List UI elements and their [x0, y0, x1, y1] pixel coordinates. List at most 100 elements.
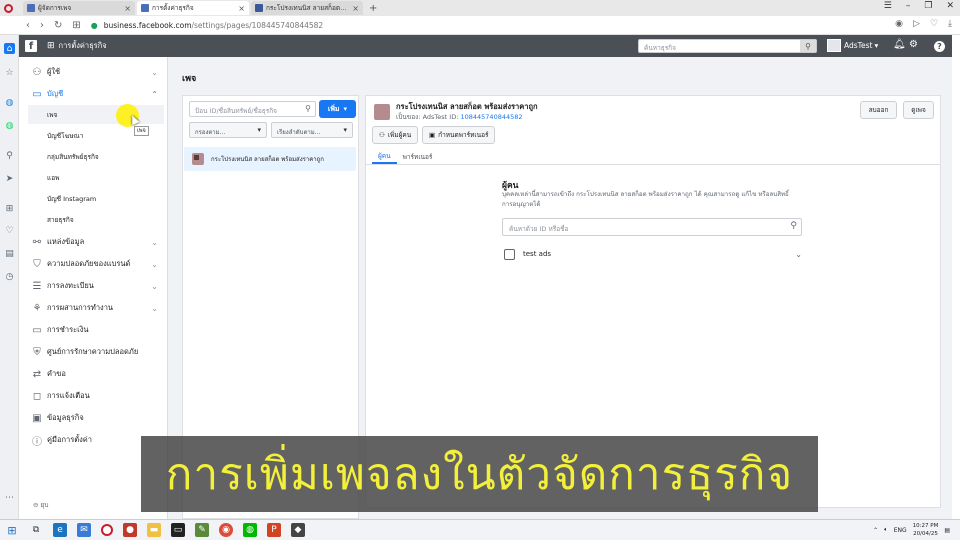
- app-icon[interactable]: ◆: [291, 523, 305, 537]
- tab-people[interactable]: ผู้คน: [372, 150, 397, 164]
- filter-dropdown[interactable]: กรองตาม... ▾: [189, 122, 267, 138]
- tab-menu-icon[interactable]: ☰: [884, 1, 892, 11]
- people-row[interactable]: test ads ⌄: [502, 246, 802, 262]
- collapse-button[interactable]: ⊖ ยุบ: [33, 500, 48, 510]
- close-tab-icon[interactable]: ×: [352, 4, 359, 13]
- windows-start-icon[interactable]: ⊞: [5, 523, 19, 537]
- sidebar-item-business-info[interactable]: ▣ ข้อมูลธุรกิจ: [19, 408, 168, 428]
- sidebar-subitem-instagram[interactable]: บัญชี Instagram: [19, 189, 165, 208]
- sidebar-item-requests[interactable]: ⇄ คำขอ: [19, 364, 168, 384]
- send-icon[interactable]: ➤: [4, 173, 15, 184]
- file-explorer-icon[interactable]: ▬: [147, 523, 161, 537]
- add-people-button[interactable]: ⚇ เพิ่มผู้คน: [372, 126, 419, 144]
- extensions-icon[interactable]: ⊞: [4, 203, 15, 214]
- forward-icon[interactable]: ›: [40, 20, 44, 31]
- add-person-icon: ⚇: [379, 131, 385, 139]
- search-icon[interactable]: ⚲: [800, 40, 816, 52]
- close-tab-icon[interactable]: ×: [238, 4, 245, 13]
- close-tab-icon[interactable]: ×: [124, 4, 131, 13]
- page-thumbnail: [374, 104, 390, 120]
- sidebar-item-registrations[interactable]: ☰ การลงทะเบียน ⌄: [19, 276, 168, 296]
- chevron-down-icon[interactable]: ⌄: [795, 250, 802, 259]
- asset-search-input[interactable]: ป้อน ID/ชื่อสินทรัพย์/ชื่อธุรกิจ ⚲: [189, 101, 316, 117]
- sort-dropdown[interactable]: เรียงลำดับตาม... ▾: [271, 122, 353, 138]
- people-description: บุคคลเหล่านี้สามารถเข้าถึง กระโปรงเทนนิส…: [502, 191, 789, 208]
- volume-icon[interactable]: 🔈︎: [884, 526, 888, 534]
- tray-chevron-up-icon[interactable]: ⌃: [873, 527, 878, 534]
- speed-dial-icon[interactable]: ☆: [4, 67, 15, 78]
- search-icon[interactable]: ⚲: [4, 150, 15, 161]
- add-button[interactable]: เพิ่ม ▾: [319, 100, 356, 118]
- app-icon[interactable]: ●: [123, 523, 137, 537]
- sidebar-item-data-sources[interactable]: ⚯ แหล่งข้อมูล ⌄: [19, 232, 168, 252]
- people-search-input[interactable]: ค้นหาด้วย ID หรือชื่อ ⚲: [502, 218, 802, 236]
- settings-gear-icon[interactable]: ⚙: [909, 39, 918, 50]
- home-icon[interactable]: ⌂: [4, 43, 15, 54]
- fb-header: f ⊞ การตั้งค่าธุรกิจ ค้นหาธุรกิจ ⚲ AdsTe…: [19, 35, 952, 57]
- language-indicator[interactable]: ENG: [894, 527, 907, 534]
- sidebar-item-security-center[interactable]: ⛨ ศูนย์การรักษาความปลอดภัย: [19, 342, 168, 362]
- notification-center-icon[interactable]: ▤: [944, 527, 950, 534]
- back-icon[interactable]: ‹: [26, 20, 30, 31]
- folder-icon: ▭: [32, 88, 42, 100]
- requests-icon: ⇄: [32, 368, 42, 380]
- opera-icon[interactable]: [101, 524, 113, 536]
- download-icon[interactable]: ⤓: [948, 19, 952, 29]
- sidebar-subitem-pages[interactable]: เพจ: [28, 105, 164, 124]
- task-view-icon[interactable]: ⧉: [29, 523, 43, 537]
- clock[interactable]: 10:27 PM 20/04/25: [913, 522, 939, 538]
- browser-tab-2[interactable]: การตั้งค่าธุรกิจ ×: [137, 1, 249, 15]
- mail-icon[interactable]: ✉: [77, 523, 91, 537]
- share-icon[interactable]: ▷: [913, 19, 920, 29]
- list-item[interactable]: กระโปรงเทนนิส ลายสก็อต พร้อมส่งราคาถูก: [184, 147, 356, 171]
- messenger-icon[interactable]: ◍: [4, 97, 15, 108]
- url-field[interactable]: business.facebook.com/settings/pages/108…: [104, 21, 323, 30]
- business-search-input[interactable]: ค้นหาธุรกิจ ⚲: [638, 39, 817, 53]
- assign-partner-button[interactable]: ▣ กำหนดพาร์ทเนอร์: [422, 126, 496, 144]
- close-window-icon[interactable]: ✕: [946, 1, 954, 11]
- minimize-icon[interactable]: –: [906, 1, 911, 11]
- reload-icon[interactable]: ↻: [54, 20, 62, 31]
- help-icon[interactable]: ?: [934, 41, 945, 52]
- person-avatar: [504, 248, 515, 260]
- more-icon[interactable]: ⋯: [4, 492, 15, 503]
- whatsapp-icon[interactable]: ◍: [4, 120, 15, 131]
- sidebar-item-payments[interactable]: ▭ การชำระเงิน: [19, 320, 168, 340]
- line-icon[interactable]: ◍: [243, 523, 257, 537]
- history-icon[interactable]: ◷: [4, 271, 15, 282]
- tab-partners[interactable]: พาร์ทเนอร์: [397, 150, 439, 164]
- sidebar-item-accounts[interactable]: ▭ บัญชี ⌃: [19, 84, 168, 104]
- sidebar-item-integrations[interactable]: ⚘ การผสานการทำงาน ⌄: [19, 298, 168, 318]
- app-icon[interactable]: ✎: [195, 523, 209, 537]
- sidebar-subitem-apps[interactable]: แอพ: [19, 168, 165, 187]
- powerpoint-icon[interactable]: P: [267, 523, 281, 537]
- news-icon[interactable]: ▤: [4, 248, 15, 259]
- view-page-button[interactable]: ดูเพจ: [903, 101, 934, 119]
- browser-tab-1[interactable]: ผู้จัดการเพจ ×: [23, 1, 135, 15]
- heart-icon[interactable]: ♡: [4, 225, 15, 236]
- edge-icon[interactable]: e: [53, 523, 67, 537]
- grid-menu-icon[interactable]: ⊞: [47, 41, 55, 51]
- page-id[interactable]: 108445740844582: [460, 113, 522, 121]
- speed-dial-icon[interactable]: ⊞: [72, 20, 80, 31]
- sidebar-subitem-business-lines[interactable]: สายธุรกิจ: [19, 210, 165, 229]
- sidebar-subitem-business-asset-groups[interactable]: กลุ่มสินทรัพย์ธุรกิจ: [19, 147, 165, 166]
- notifications-bell-icon[interactable]: 🔔︎: [893, 39, 906, 50]
- opera-logo-icon[interactable]: [4, 3, 13, 13]
- camera-icon[interactable]: ◉: [895, 19, 903, 29]
- remove-button[interactable]: ลบออก: [860, 101, 897, 119]
- browser-tab-3[interactable]: กระโปรงเทนนิส ลายสก็อต พร้อ... ×: [251, 1, 363, 15]
- sidebar-item-users[interactable]: ⚇ ผู้ใช้ ⌄: [19, 62, 168, 82]
- opera-sidebar: ⌂ ☆ ◍ ◍ ⚲ ➤ ⊞ ♡ ▤ ◷ ⋯: [0, 35, 19, 519]
- restore-icon[interactable]: ❐: [924, 1, 932, 11]
- facebook-logo-icon[interactable]: f: [25, 40, 37, 52]
- sidebar-item-brand-safety[interactable]: ⛉ ความปลอดภัยของแบรนด์ ⌄: [19, 254, 168, 274]
- new-tab-icon[interactable]: +: [369, 3, 377, 14]
- terminal-icon[interactable]: ▭: [171, 523, 185, 537]
- chrome-icon[interactable]: ◉: [219, 523, 233, 537]
- heart-icon[interactable]: ♡: [930, 19, 938, 29]
- account-switcher[interactable]: AdsTest ▾: [827, 39, 878, 52]
- subtitle-text: การเพิ่มเพจลงในตัวจัดการธุรกิจ: [165, 449, 794, 500]
- sidebar-item-notifications[interactable]: ◻ การแจ้งเตือน: [19, 386, 168, 406]
- chevron-down-icon: ⌄: [151, 259, 158, 269]
